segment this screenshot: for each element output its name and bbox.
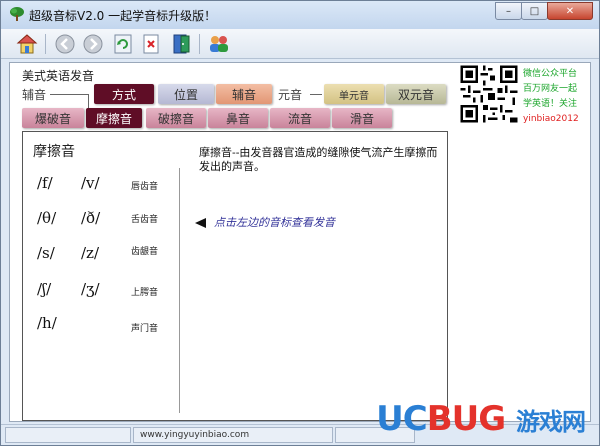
forward-button[interactable] xyxy=(81,32,105,56)
promo-line: 微信公众平台 xyxy=(523,69,578,79)
home-icon xyxy=(16,34,38,54)
status-website: www.yingyuyinbiao.com xyxy=(133,427,333,443)
vowel-label: 元音 xyxy=(278,88,303,102)
main-content: 美式英语发音 辅音 方式 位置 辅音 元音 单元音 双元音 爆破音 摩擦音 破擦… xyxy=(9,62,591,422)
connector-line xyxy=(310,94,322,95)
arrow-left-icon xyxy=(55,34,75,54)
panel-title: 摩擦音 xyxy=(33,144,75,160)
phoneme-v[interactable]: /v/ xyxy=(81,174,100,192)
phoneme-ezh[interactable]: /ʒ/ xyxy=(81,280,100,298)
phoneme-s[interactable]: /s/ xyxy=(37,244,55,262)
watermark-cn: 游戏网 xyxy=(516,408,586,436)
phoneme-panel: 摩擦音 /f/ /v/ 唇齿音 /θ/ /ð/ 舌齿音 /s/ /z/ 齿龈音 … xyxy=(22,131,448,421)
tab-fricative[interactable]: 摩擦音 xyxy=(86,108,142,128)
phoneme-eth[interactable]: /ð/ xyxy=(81,209,100,227)
panel-divider xyxy=(179,168,180,413)
delete-button[interactable] xyxy=(139,32,163,56)
description-text: 摩擦音--由发音器官造成的缝隙使气流产生摩擦而发出的声音。 xyxy=(199,146,438,173)
hint-row: 点击左边的音标查看发音 xyxy=(195,214,335,230)
phoneme-group-label: 上腭音 xyxy=(131,288,159,298)
app-window: 超级音标V2.0 一起学音标升级版！ – □ ✕ 美式英语发音 辅音 方式 位置… xyxy=(0,0,600,446)
watermark-uc: UC xyxy=(376,399,428,439)
tab-diphthong[interactable]: 双元音 xyxy=(386,84,446,104)
watermark-bug: BUG xyxy=(426,399,506,439)
back-button[interactable] xyxy=(53,32,77,56)
refresh-icon xyxy=(114,34,132,54)
maximize-button[interactable]: □ xyxy=(521,2,548,20)
refresh-button[interactable] xyxy=(111,32,135,56)
minimize-button[interactable]: – xyxy=(495,2,522,20)
door-icon xyxy=(173,34,190,54)
promo-account: yinbiao2012 xyxy=(523,114,579,124)
phoneme-h[interactable]: /h/ xyxy=(37,314,57,332)
exit-button[interactable] xyxy=(169,32,193,56)
phoneme-z[interactable]: /z/ xyxy=(81,244,99,262)
qr-code-icon[interactable] xyxy=(458,63,520,125)
promo-line: 百万网友一起 xyxy=(523,84,578,94)
connector-line xyxy=(50,94,88,95)
home-button[interactable] xyxy=(15,32,39,56)
tab-consonant[interactable]: 辅音 xyxy=(216,84,272,104)
tab-nasal[interactable]: 鼻音 xyxy=(208,108,268,128)
arrow-right-icon xyxy=(83,34,103,54)
tab-glide[interactable]: 滑音 xyxy=(332,108,392,128)
users-button[interactable] xyxy=(207,32,231,56)
phoneme-group-label: 齿龈音 xyxy=(131,247,159,257)
title-bar[interactable]: 超级音标V2.0 一起学音标升级版！ – □ ✕ xyxy=(1,1,599,29)
toolbar xyxy=(1,29,599,59)
tab-place[interactable]: 位置 xyxy=(158,84,214,104)
watermark-logo: UCBUG 游戏网 xyxy=(376,399,586,439)
hint-text: 点击左边的音标查看发音 xyxy=(214,216,335,229)
tree-icon xyxy=(10,7,24,21)
tab-monophthong[interactable]: 单元音 xyxy=(324,84,384,104)
window-controls: – □ ✕ xyxy=(495,2,593,20)
promo-line: 学英语！关注 xyxy=(523,99,578,109)
phoneme-group-label: 舌齿音 xyxy=(131,215,159,225)
promo-text: 微信公众平台 百万网友一起 学英语！关注 yinbiao2012 xyxy=(523,67,591,127)
tab-affricate[interactable]: 破擦音 xyxy=(146,108,206,128)
toolbar-separator xyxy=(199,34,200,54)
phoneme-theta[interactable]: /θ/ xyxy=(37,209,56,227)
tab-liquid[interactable]: 流音 xyxy=(270,108,330,128)
window-title: 超级音标V2.0 一起学音标升级版！ xyxy=(29,9,217,23)
section-title: 美式英语发音 xyxy=(22,69,95,83)
consonant-label: 辅音 xyxy=(22,88,47,102)
tab-plosive[interactable]: 爆破音 xyxy=(22,108,84,128)
phoneme-f[interactable]: /f/ xyxy=(37,174,53,192)
phoneme-group-label: 唇齿音 xyxy=(131,182,159,192)
delete-doc-icon xyxy=(143,34,159,54)
close-button[interactable]: ✕ xyxy=(547,2,593,20)
toolbar-separator xyxy=(45,34,46,54)
phoneme-group-label: 声门音 xyxy=(131,324,159,334)
tab-manner[interactable]: 方式 xyxy=(94,84,154,104)
status-cell-left xyxy=(5,427,131,443)
phoneme-esh[interactable]: /ʃ/ xyxy=(37,280,51,298)
arrow-left-icon xyxy=(195,218,206,228)
users-icon xyxy=(210,36,228,52)
connector-line xyxy=(88,94,89,108)
